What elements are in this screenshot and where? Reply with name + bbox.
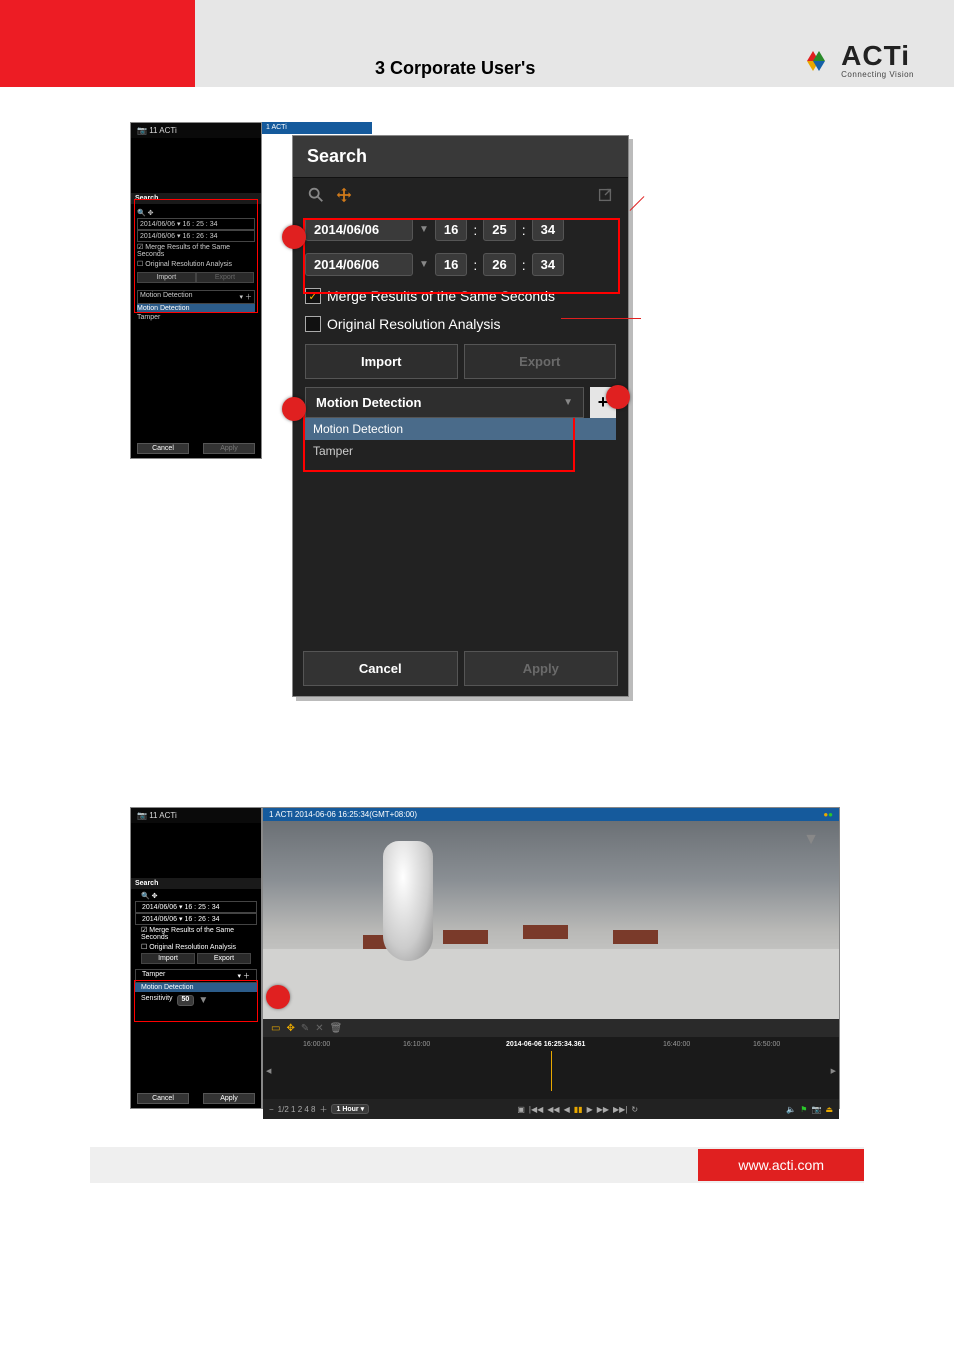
event-type-select[interactable]: Motion Detection▼ [305,387,584,418]
timeline-zoom-select[interactable]: 1 Hour ▾ [331,1104,369,1114]
callout-circle-1 [282,225,306,249]
scroll-left-icon[interactable]: ◀ [266,1067,271,1075]
mini-cancel-button[interactable]: Cancel [137,443,189,454]
timeline-current-time: 2014-06-06 16:25:34.361 [506,1041,585,1048]
page-footer: www.acti.com [90,1147,864,1183]
chevron-down-icon[interactable]: ▼ [803,831,819,849]
page-title: 3 Corporate User's [375,58,535,79]
volume-icon[interactable]: 🔈 [786,1105,796,1114]
screenshot-search-panel: 📷 11 ACTi Search 🔍 ✥ 2014/06/06 ▾ 16 : 2… [90,117,864,707]
brand-logo-icon [799,46,835,76]
page-content: 📷 11 ACTi Search 🔍 ✥ 2014/06/06 ▾ 16 : 2… [0,87,954,1147]
pb-apply-button[interactable]: Apply [203,1093,255,1104]
search-panel-title: Search [293,136,628,178]
cancel-button[interactable]: Cancel [303,651,458,686]
search-icon[interactable] [307,186,325,204]
playback-controls: − 1/2 1 2 4 8 ＋ 1 Hour ▾ ▣ |◀◀ ◀◀ ◀ ▮▮ ▶… [263,1099,839,1119]
popout-icon[interactable] [596,186,614,204]
skip-end-icon[interactable]: ▶▶| [613,1105,627,1114]
prev-event-icon[interactable]: ▣ [517,1105,525,1114]
step-fwd-icon[interactable]: ▶▶ [597,1105,609,1114]
pb-export-button[interactable]: Export [197,953,251,964]
playback-search-title: Search [131,878,261,889]
bookmark-icon[interactable]: ⚑ [800,1105,807,1114]
play-back-icon[interactable]: ◀ [564,1105,570,1114]
export-button[interactable]: Export [464,344,617,379]
brand-logo: ACTi Connecting Vision [799,42,914,79]
scroll-right-icon[interactable]: ▶ [831,1067,836,1075]
playback-event-highlight [134,980,258,1022]
move-icon[interactable] [335,186,353,204]
pb-cancel-button[interactable]: Cancel [137,1093,189,1104]
original-resolution-checkbox[interactable] [305,316,321,332]
callout-circle-playback [266,985,290,1009]
brand-logo-word: ACTi [841,42,914,70]
tab-status-dots: ●● [823,810,833,819]
mini-view-tab[interactable]: 1 ACTi [262,122,372,134]
callout-circle-3 [606,385,630,409]
brand-logo-subtitle: Connecting Vision [841,70,914,79]
playback-roi-toolbar: ▭ ✥ ✎ ✕ 🗑 [263,1019,839,1037]
playback-video-area[interactable]: ▼ [263,821,839,1019]
speed-labels: 1/2 1 2 4 8 [278,1105,316,1114]
loop-icon[interactable]: ↻ [631,1105,638,1114]
trash-icon[interactable]: 🗑 [330,1023,343,1034]
search-panel: Search 2014/06/06 ▼ 16: 25: 34 2014/06/0… [292,135,629,697]
apply-button[interactable]: Apply [464,651,619,686]
callout-line-2 [561,318,641,319]
mini-apply-button[interactable]: Apply [203,443,255,454]
playback-tab[interactable]: 1 ACTi 2014-06-06 16:25:34(GMT+08:00) ●● [263,808,839,821]
mini-search-panel: 📷 11 ACTi Search 🔍 ✥ 2014/06/06 ▾ 16 : 2… [130,122,262,459]
callout-circle-2 [282,397,306,421]
mini-red-highlight [134,199,258,313]
playback-side-panel: 📷 11 ACTi Search 🔍 ✥ 2014/06/06 ▾ 16 : 2… [130,807,262,1109]
playback-window-title: 📷 11 ACTi [131,808,261,823]
pb-import-button[interactable]: Import [141,953,195,964]
original-resolution-label: Original Resolution Analysis [327,316,501,332]
snapshot-icon[interactable]: 📷 [811,1105,821,1114]
playback-timeline[interactable]: 16:00:00 16:10:00 2014-06-06 16:25:34.36… [263,1037,839,1099]
zoom-out-icon[interactable]: − [269,1105,274,1114]
import-button[interactable]: Import [305,344,458,379]
skip-start-icon[interactable]: |◀◀ [529,1105,543,1114]
export-clip-icon[interactable]: ⏏ [825,1105,833,1114]
screenshot-playback: 📷 11 ACTi Search 🔍 ✥ 2014/06/06 ▾ 16 : 2… [90,807,864,1117]
header-red-block [0,0,195,87]
step-back-icon[interactable]: ◀◀ [547,1105,559,1114]
page-header: 3 Corporate User's ACTi Connecting Visio… [0,0,954,87]
header-gray-block: 3 Corporate User's ACTi Connecting Visio… [195,0,954,87]
ptz-camera-icon [383,841,433,961]
roi-move-icon[interactable]: ✥ [286,1023,294,1034]
datetime-highlight-box [303,218,620,294]
roi-draw-icon[interactable]: ✎ [301,1023,309,1034]
zoom-in-icon[interactable]: ＋ [319,1104,327,1115]
roi-clear-icon[interactable]: ✕ [315,1023,323,1034]
play-icon[interactable]: ▶ [587,1105,593,1114]
timeline-playhead[interactable] [551,1051,552,1091]
mini-window-title: 📷 11 ACTi [131,123,261,138]
callout-line-1 [630,196,645,211]
playback-main-view: 1 ACTi 2014-06-06 16:25:34(GMT+08:00) ●●… [262,807,840,1109]
roi-rect-icon[interactable]: ▭ [271,1023,280,1034]
footer-url[interactable]: www.acti.com [698,1149,864,1181]
pause-icon[interactable]: ▮▮ [574,1105,583,1114]
